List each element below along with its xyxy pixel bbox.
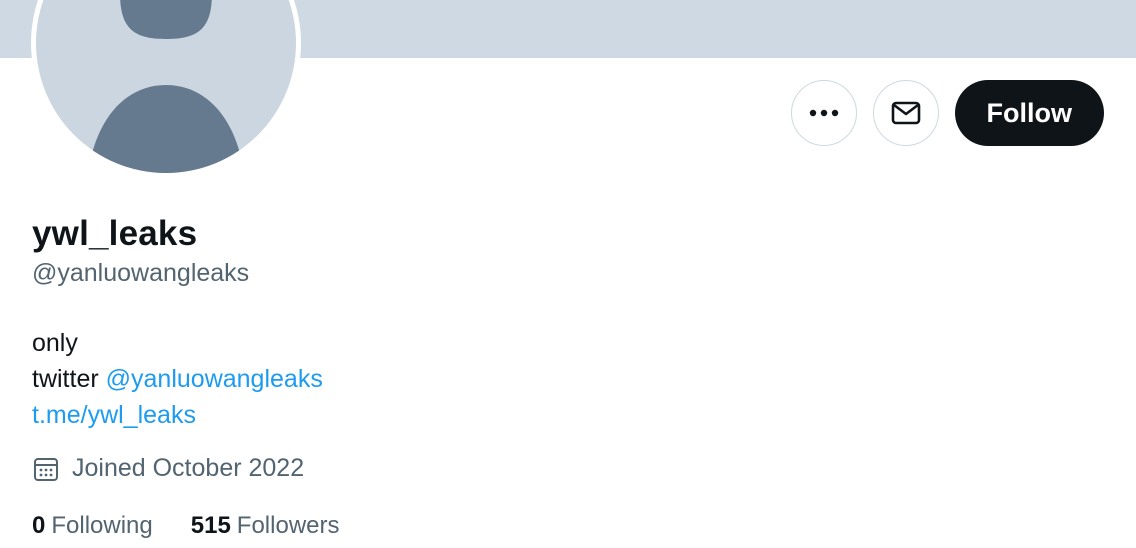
followers-count: 515 bbox=[190, 512, 231, 539]
following-label: Following bbox=[51, 512, 153, 539]
follow-button[interactable]: Follow bbox=[954, 80, 1104, 146]
follow-stats: 0 Following 515 Followers bbox=[32, 512, 340, 540]
profile-actions: Follow bbox=[790, 80, 1104, 146]
more-button[interactable] bbox=[790, 80, 857, 146]
user-handle: @yanluowangleaks bbox=[32, 259, 250, 287]
join-date: Joined October 2022 bbox=[32, 454, 304, 483]
join-date-text: Joined October 2022 bbox=[72, 454, 305, 482]
calendar-icon bbox=[34, 457, 58, 481]
telegram-link[interactable]: t.me/ywl_leaks bbox=[32, 397, 323, 433]
bio-text: twitter bbox=[32, 365, 99, 393]
more-icon bbox=[809, 109, 838, 117]
mention-link[interactable]: @yanluowangleaks bbox=[106, 365, 323, 393]
bio-line-2: twitter @yanluowangleaks bbox=[32, 361, 323, 397]
message-button[interactable] bbox=[872, 80, 939, 146]
avatar[interactable] bbox=[31, 0, 301, 178]
bio-line-1: only bbox=[32, 329, 78, 357]
following-count: 0 bbox=[32, 512, 46, 539]
bio: only twitter @yanluowangleaks t.me/ywl_l… bbox=[32, 325, 323, 433]
default-avatar-icon bbox=[36, 0, 296, 173]
display-name: ywl_leaks bbox=[32, 214, 198, 253]
followers-label: Followers bbox=[236, 512, 340, 539]
following-link[interactable]: 0 Following bbox=[32, 512, 153, 540]
followers-link[interactable]: 515 Followers bbox=[191, 512, 340, 540]
envelope-icon bbox=[891, 101, 920, 125]
